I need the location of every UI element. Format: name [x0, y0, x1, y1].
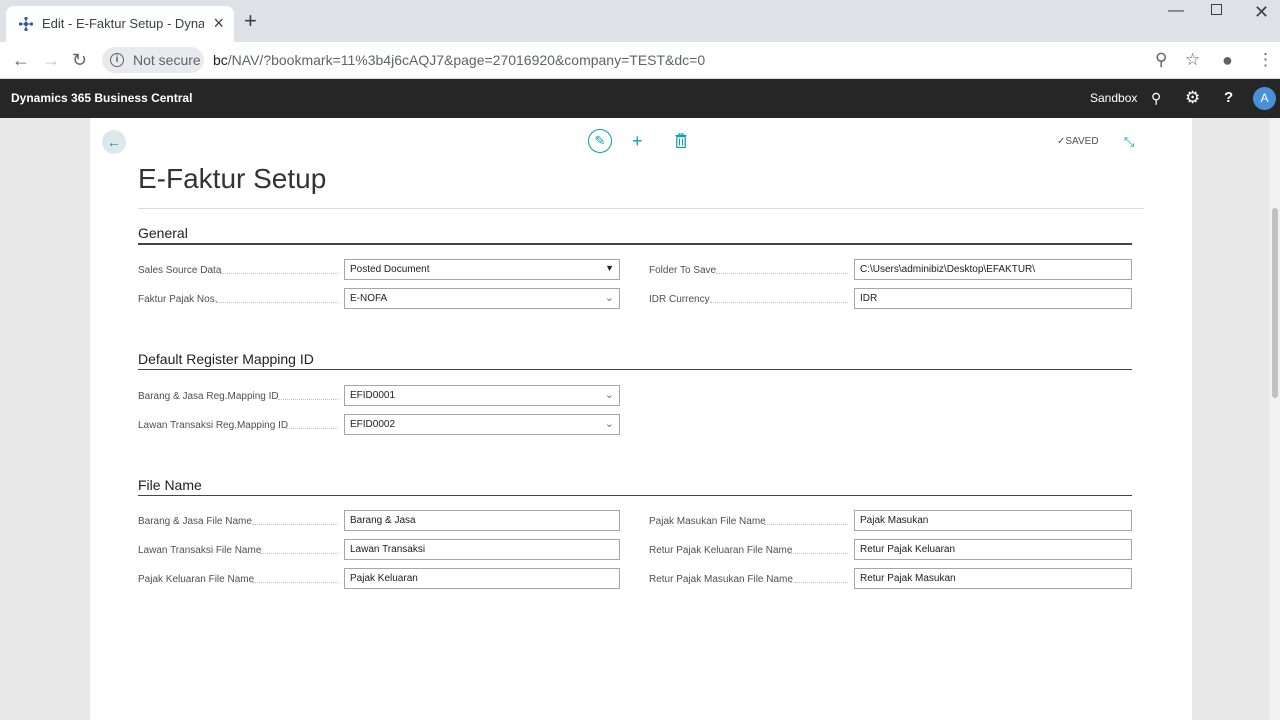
- app-brand[interactable]: Dynamics 365 Business Central: [11, 91, 192, 105]
- idr-currency-field[interactable]: IDR: [854, 288, 1132, 309]
- browser-tab-strip: Edit - E-Faktur Setup - Dynamics × + — ✕: [0, 0, 1280, 42]
- saved-label: SAVED: [1065, 136, 1099, 147]
- sales-source-data-select[interactable]: Posted Document ▼: [344, 259, 620, 280]
- leader-dots: [764, 524, 848, 525]
- folder-to-save-value: C:\Users\adminibiz\Desktop\EFAKTUR\: [860, 264, 1036, 275]
- retur-pajak-keluaran-file-name-field[interactable]: Retur Pajak Keluaran: [854, 539, 1132, 560]
- zoom-icon[interactable]: ⚲: [1155, 51, 1167, 69]
- faktur-pajak-nos-label: Faktur Pajak Nos.: [138, 294, 218, 305]
- leader-dots: [710, 302, 848, 303]
- lawan-transaksi-mapping-field[interactable]: EFID0002 ⌄: [344, 414, 620, 435]
- leader-dots: [716, 273, 848, 274]
- barang-jasa-mapping-field[interactable]: EFID0001 ⌄: [344, 385, 620, 406]
- leader-dots: [278, 399, 338, 400]
- barang-jasa-mapping-value: EFID0001: [350, 390, 396, 401]
- page-title: E-Faktur Setup: [138, 163, 327, 194]
- lawan-transaksi-file-name-label: Lawan Transaksi File Name: [138, 545, 262, 556]
- maximize-icon[interactable]: [1211, 4, 1222, 15]
- security-indicator[interactable]: i Not secure: [102, 47, 204, 73]
- new-button[interactable]: +: [632, 130, 643, 152]
- browser-tab-title: Edit - E-Faktur Setup - Dynamics: [42, 16, 204, 31]
- dynamics-favicon-icon: [18, 16, 34, 32]
- profile-icon[interactable]: ●: [1222, 51, 1233, 69]
- chevron-down-icon[interactable]: ⌄: [605, 388, 614, 401]
- pajak-masukan-file-name-value: Pajak Masukan: [860, 515, 929, 526]
- lawan-transaksi-file-name-field[interactable]: Lawan Transaksi: [344, 539, 620, 560]
- section-heading-mapping[interactable]: Default Register Mapping ID: [138, 351, 314, 367]
- leader-dots: [790, 582, 848, 583]
- barang-jasa-mapping-label: Barang & Jasa Reg.Mapping ID: [138, 391, 279, 402]
- leader-dots: [788, 553, 848, 554]
- gear-icon[interactable]: ⚙: [1185, 89, 1200, 107]
- help-icon[interactable]: ?: [1224, 89, 1233, 107]
- url-path: /NAV/?bookmark=11%3b4j6cAQJ7&page=270169…: [227, 52, 706, 68]
- sales-source-data-value: Posted Document: [350, 264, 430, 275]
- lawan-transaksi-file-name-value: Lawan Transaksi: [350, 544, 426, 555]
- section-rule: [138, 243, 1132, 245]
- folder-to-save-field[interactable]: C:\Users\adminibiz\Desktop\EFAKTUR\: [854, 259, 1132, 280]
- browser-tab[interactable]: Edit - E-Faktur Setup - Dynamics ×: [6, 6, 234, 42]
- delete-trash-icon[interactable]: [675, 133, 687, 148]
- pajak-keluaran-file-name-value: Pajak Keluaran: [350, 573, 418, 584]
- omnibox[interactable]: i Not secure bc/NAV/?bookmark=11%3b4j6cA…: [102, 47, 1212, 75]
- edit-button[interactable]: ✎: [588, 129, 612, 153]
- pajak-keluaran-file-name-field[interactable]: Pajak Keluaran: [344, 568, 620, 589]
- scrollbar-thumb[interactable]: [1272, 208, 1278, 398]
- leader-dots: [216, 302, 338, 303]
- chevron-down-icon[interactable]: ⌄: [605, 291, 614, 304]
- back-arrow-icon[interactable]: ←: [12, 50, 30, 70]
- idr-currency-label: IDR Currency: [649, 294, 710, 305]
- idr-currency-value: IDR: [860, 293, 878, 304]
- section-rule: [138, 369, 1132, 370]
- dropdown-triangle-icon: ▼: [605, 263, 614, 273]
- forward-arrow-icon[interactable]: →: [42, 50, 60, 70]
- section-rule: [138, 495, 1132, 496]
- avatar[interactable]: A: [1253, 87, 1276, 110]
- pajak-masukan-file-name-label: Pajak Masukan File Name: [649, 516, 766, 527]
- bookmark-star-icon[interactable]: ☆: [1185, 51, 1200, 69]
- section-heading-file-name[interactable]: File Name: [138, 477, 202, 493]
- environment-label[interactable]: Sandbox: [1090, 91, 1137, 105]
- lawan-transaksi-mapping-label: Lawan Transaksi Reg.Mapping ID: [138, 420, 289, 431]
- retur-pajak-masukan-file-name-label: Retur Pajak Masukan File Name: [649, 574, 793, 585]
- tab-close-icon[interactable]: ×: [213, 13, 224, 33]
- address-bar-row: ← → ↻ i Not secure bc/NAV/?bookmark=11%3…: [0, 42, 1280, 79]
- url-text[interactable]: bc/NAV/?bookmark=11%3b4j6cAQJ7&page=2701…: [213, 52, 705, 68]
- pajak-keluaran-file-name-label: Pajak Keluaran File Name: [138, 574, 255, 585]
- new-tab-icon[interactable]: +: [244, 10, 257, 32]
- info-icon: i: [110, 53, 124, 67]
- collapse-icon[interactable]: ⤡: [1124, 134, 1134, 150]
- pajak-masukan-file-name-field[interactable]: Pajak Masukan: [854, 510, 1132, 531]
- leader-dots: [252, 524, 338, 525]
- section-heading-general[interactable]: General: [138, 225, 188, 241]
- barang-jasa-file-name-field[interactable]: Barang & Jasa: [344, 510, 620, 531]
- faktur-pajak-nos-field[interactable]: E-NOFA ⌄: [344, 288, 620, 309]
- retur-pajak-masukan-file-name-value: Retur Pajak Masukan: [860, 573, 956, 584]
- title-divider: [138, 208, 1144, 209]
- window-close-icon[interactable]: ✕: [1254, 2, 1269, 23]
- reload-icon[interactable]: ↻: [72, 50, 87, 70]
- back-button[interactable]: ←: [102, 130, 126, 154]
- leader-dots: [286, 428, 338, 429]
- retur-pajak-masukan-file-name-field[interactable]: Retur Pajak Masukan: [854, 568, 1132, 589]
- retur-pajak-keluaran-file-name-value: Retur Pajak Keluaran: [860, 544, 956, 555]
- faktur-pajak-nos-value: E-NOFA: [350, 293, 388, 304]
- leader-dots: [220, 273, 338, 274]
- leader-dots: [260, 553, 338, 554]
- retur-pajak-keluaran-file-name-label: Retur Pajak Keluaran File Name: [649, 545, 793, 556]
- minimize-icon[interactable]: —: [1168, 2, 1184, 20]
- browser-menu-icon[interactable]: ⋮: [1257, 51, 1274, 69]
- lawan-transaksi-mapping-value: EFID0002: [350, 419, 396, 430]
- search-icon[interactable]: ⚲: [1151, 89, 1161, 107]
- sales-source-data-label: Sales Source Data: [138, 265, 222, 276]
- barang-jasa-file-name-label: Barang & Jasa File Name: [138, 516, 252, 527]
- url-host: bc: [213, 52, 228, 68]
- barang-jasa-file-name-value: Barang & Jasa: [350, 515, 416, 526]
- leader-dots: [252, 582, 338, 583]
- folder-to-save-label: Folder To Save: [649, 265, 717, 276]
- saved-status: ✓SAVED: [1057, 136, 1099, 147]
- app-header: Dynamics 365 Business Central Sandbox ⚲ …: [0, 79, 1280, 118]
- security-label: Not secure: [133, 52, 201, 68]
- chevron-down-icon[interactable]: ⌄: [605, 417, 614, 430]
